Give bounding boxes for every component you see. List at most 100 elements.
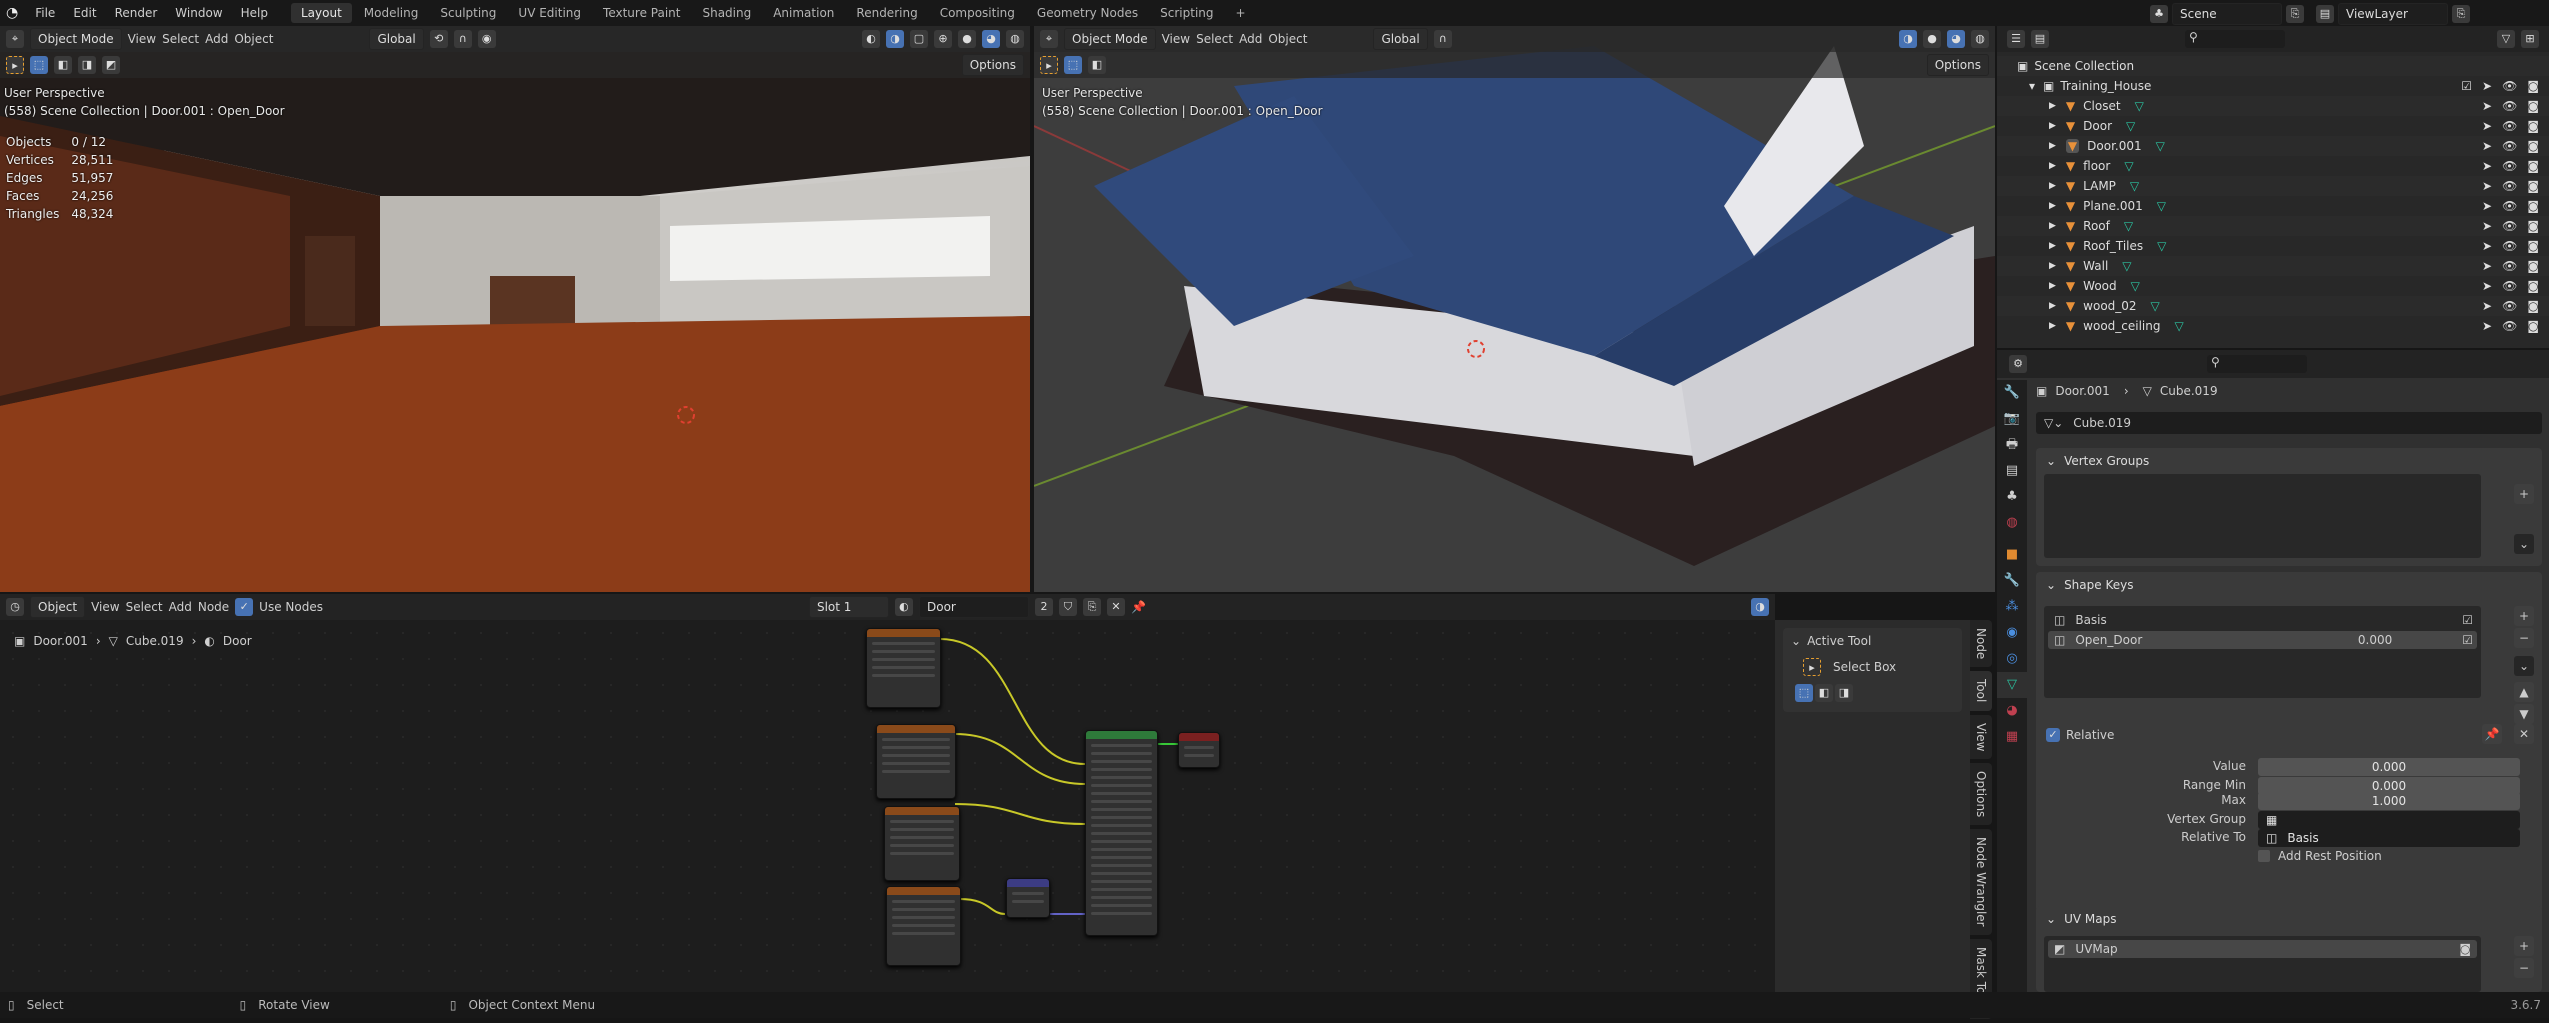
- view-layer-field[interactable]: ViewLayer: [2338, 3, 2448, 25]
- particles-tab-icon[interactable]: ⁂: [1997, 594, 2027, 620]
- render-icon[interactable]: ◙: [2527, 279, 2539, 293]
- menu-object[interactable]: Object: [1268, 32, 1307, 46]
- menu-help[interactable]: Help: [232, 6, 277, 20]
- expand-icon[interactable]: ▶: [2049, 141, 2056, 151]
- material-tab-icon[interactable]: ◕: [1997, 698, 2027, 724]
- add-rest-position-toggle[interactable]: Add Rest Position: [2258, 849, 2382, 863]
- tab-animation[interactable]: Animation: [763, 3, 844, 23]
- render-icon[interactable]: ◙: [2527, 319, 2539, 333]
- mesh-data-icon[interactable]: ▽: [2131, 279, 2140, 293]
- mute-checkbox[interactable]: ☑: [2462, 633, 2473, 647]
- filter-view-icon[interactable]: ▤: [2031, 30, 2049, 48]
- eye-icon[interactable]: 👁: [2502, 139, 2517, 153]
- material-shading-icon[interactable]: ◕: [1947, 30, 1965, 48]
- eye-icon[interactable]: 👁: [2502, 299, 2517, 313]
- outliner-item[interactable]: ▶ ▼ wood_ceiling ▽ ➤ 👁 ◙: [1997, 316, 2549, 336]
- snap-icon[interactable]: ∩: [1433, 30, 1452, 48]
- expand-icon[interactable]: ▶: [2049, 221, 2056, 231]
- expand-icon[interactable]: ▶: [2049, 321, 2056, 331]
- expand-icon[interactable]: ▶: [2049, 121, 2056, 131]
- menu-select[interactable]: Select: [1196, 32, 1233, 46]
- scene-name-field[interactable]: Scene: [2172, 3, 2282, 25]
- options-dropdown[interactable]: Options: [1926, 54, 1989, 76]
- eye-icon[interactable]: 👁: [2502, 79, 2517, 93]
- eye-icon[interactable]: 👁: [2502, 279, 2517, 293]
- material-shading-icon[interactable]: ◕: [982, 30, 1000, 48]
- mesh-data-icon[interactable]: ▽: [2157, 199, 2166, 213]
- select-icon[interactable]: ➤: [2482, 179, 2492, 193]
- tab-modeling[interactable]: Modeling: [354, 3, 429, 23]
- eye-icon[interactable]: 👁: [2502, 159, 2517, 173]
- mesh-data-icon[interactable]: ▽: [2130, 179, 2139, 193]
- mute-checkbox[interactable]: ☑: [2462, 613, 2473, 627]
- render-icon[interactable]: ◙: [2527, 239, 2539, 253]
- shape-key-menu-button[interactable]: ⌄: [2514, 656, 2534, 676]
- shape-key-value[interactable]: 0.000: [2358, 633, 2392, 647]
- render-icon[interactable]: ◙: [2527, 159, 2539, 173]
- menu-object[interactable]: Object: [234, 32, 273, 46]
- remove-shape-key-button[interactable]: −: [2514, 628, 2534, 648]
- eye-icon[interactable]: 👁: [2502, 259, 2517, 273]
- uv-map-item[interactable]: ◩ UVMap ◙: [2048, 940, 2477, 958]
- new-scene-icon[interactable]: ⎘: [2286, 5, 2304, 23]
- pivot-icon[interactable]: ⟲: [429, 30, 448, 48]
- select-tool-icon[interactable]: ▸: [1040, 56, 1058, 74]
- clear-shape-keys-button[interactable]: ✕: [2514, 724, 2534, 744]
- mesh-data-icon[interactable]: ▽: [2126, 119, 2135, 133]
- tab-options[interactable]: Options: [1970, 763, 1992, 826]
- relative-to-field[interactable]: ◫ Basis: [2258, 829, 2520, 847]
- filter-icon[interactable]: ▽: [2497, 30, 2515, 48]
- chevron-down-icon[interactable]: ⌄: [1791, 634, 1801, 648]
- proportional-edit-icon[interactable]: ◉: [477, 30, 496, 48]
- scene-collection-row[interactable]: ▣ Scene Collection: [1997, 56, 2549, 76]
- eye-icon[interactable]: 👁: [2502, 99, 2517, 113]
- mesh-data-icon[interactable]: ▽: [2135, 99, 2144, 113]
- material-output-node[interactable]: [1178, 732, 1220, 768]
- mesh-data-icon[interactable]: ▽: [2124, 159, 2133, 173]
- outliner-item[interactable]: ▶ ▼ wood_02 ▽ ➤ 👁 ◙: [1997, 296, 2549, 316]
- image-texture-node[interactable]: [884, 806, 960, 881]
- rendered-shading-icon[interactable]: ◍: [1971, 30, 1989, 48]
- outliner-item[interactable]: ▶ ▼ Wood ▽ ➤ 👁 ◙: [1997, 276, 2549, 296]
- outliner-item[interactable]: ▶ ▼ Wall ▽ ➤ 👁 ◙: [1997, 256, 2549, 276]
- render-icon[interactable]: ◙: [2527, 119, 2539, 133]
- render-icon[interactable]: ◙: [2527, 179, 2539, 193]
- transform-orientation-dropdown[interactable]: Global: [1373, 28, 1428, 50]
- tab-compositing[interactable]: Compositing: [930, 3, 1025, 23]
- tab-texture-paint[interactable]: Texture Paint: [593, 3, 690, 23]
- outliner-item[interactable]: ▶ ▼ Roof_Tiles ▽ ➤ 👁 ◙: [1997, 236, 2549, 256]
- expand-icon[interactable]: ▶: [2049, 201, 2056, 211]
- select-subtract-icon[interactable]: ◨: [1835, 684, 1853, 702]
- menu-window[interactable]: Window: [166, 6, 231, 20]
- vertex-groups-list[interactable]: [2044, 474, 2481, 558]
- add-uv-map-button[interactable]: +: [2514, 936, 2534, 956]
- menu-render[interactable]: Render: [106, 6, 167, 20]
- outliner-item[interactable]: ▶ ▼ floor ▽ ➤ 👁 ◙: [1997, 156, 2549, 176]
- outliner-item[interactable]: ▶ ▼ Door ▽ ➤ 👁 ◙: [1997, 116, 2549, 136]
- select-icon[interactable]: ➤: [2482, 119, 2492, 133]
- expand-icon[interactable]: ▶: [2049, 181, 2056, 191]
- viewport-left[interactable]: ⌖ Object Mode View Select Add Object Glo…: [0, 26, 1030, 592]
- select-box-icon[interactable]: ▸: [1803, 658, 1821, 676]
- mesh-data-icon[interactable]: ▽: [2151, 299, 2160, 313]
- vertex-groups-header[interactable]: ⌄ Vertex Groups: [2036, 448, 2542, 474]
- active-render-icon[interactable]: ◙: [2459, 942, 2471, 956]
- select-icon[interactable]: ➤: [2482, 139, 2492, 153]
- relative-checkbox[interactable]: ✓: [2046, 728, 2060, 742]
- wireframe-shading-icon[interactable]: ⊕: [934, 30, 952, 48]
- eye-icon[interactable]: 👁: [2502, 239, 2517, 253]
- expand-icon[interactable]: ▶: [2049, 261, 2056, 271]
- select-icon[interactable]: ➤: [2482, 79, 2492, 93]
- menu-view[interactable]: View: [128, 32, 156, 46]
- eye-icon[interactable]: 👁: [2502, 179, 2517, 193]
- outliner-item[interactable]: ▶ ▼ Closet ▽ ➤ 👁 ◙: [1997, 96, 2549, 116]
- move-down-button[interactable]: ▼: [2514, 704, 2534, 724]
- select-icon[interactable]: ➤: [2482, 239, 2492, 253]
- new-collection-icon[interactable]: ⊞: [2521, 30, 2539, 48]
- visibility-icon[interactable]: ◐: [862, 30, 880, 48]
- shape-key-pin-button[interactable]: 📌: [2482, 724, 2502, 744]
- add-rest-position-checkbox[interactable]: [2258, 850, 2270, 862]
- select-icon[interactable]: ➤: [2482, 279, 2492, 293]
- viewport-right[interactable]: ⌖ Object Mode View Select Add Object Glo…: [1034, 26, 1995, 592]
- eye-icon[interactable]: 👁: [2502, 119, 2517, 133]
